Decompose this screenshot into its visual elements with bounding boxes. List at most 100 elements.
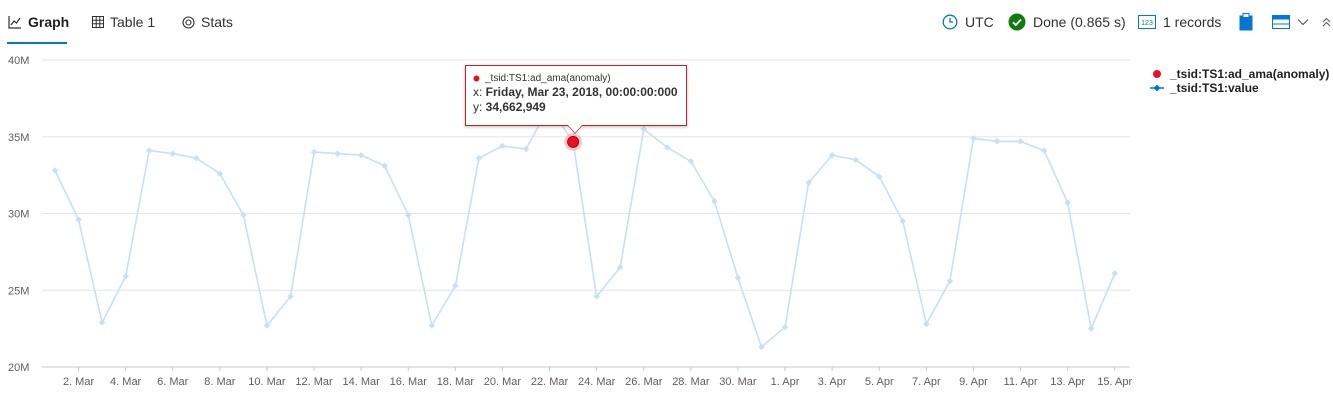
line-chart-icon: [8, 16, 21, 29]
legend-item-anomaly[interactable]: _tsid:TS1:ad_ama(anomaly): [1150, 67, 1329, 81]
clipboard-icon: [1239, 13, 1253, 31]
x-tick-label: 16. Mar: [390, 376, 428, 388]
anomaly-point[interactable]: [567, 135, 580, 148]
value-point[interactable]: [51, 167, 59, 174]
value-point[interactable]: [310, 148, 318, 156]
value-point[interactable]: [711, 198, 718, 205]
y-tick-label: 30M: [8, 209, 29, 221]
x-tick-label: 15. Apr: [1097, 376, 1132, 388]
value-point[interactable]: [452, 282, 459, 289]
table-icon: [92, 16, 104, 28]
x-tick-label: 28. Mar: [672, 376, 710, 388]
value-point[interactable]: [98, 319, 106, 326]
x-tick-label: 1. Apr: [771, 376, 800, 388]
x-tick-label: 9. Apr: [959, 376, 988, 388]
tab-stats-label: Stats: [201, 14, 233, 30]
x-tick-label: 12. Mar: [295, 376, 333, 388]
value-point[interactable]: [405, 211, 412, 219]
x-tick-label: 7. Apr: [912, 376, 941, 388]
value-point[interactable]: [970, 135, 977, 142]
value-point[interactable]: [923, 320, 930, 328]
x-tick-label: 20. Mar: [484, 376, 522, 388]
x-tick-label: 8. Mar: [204, 376, 236, 388]
value-point[interactable]: [734, 274, 742, 282]
value-point[interactable]: [357, 151, 365, 159]
x-tick-label: 30. Mar: [719, 376, 757, 388]
value-point[interactable]: [899, 217, 906, 225]
layout-toggle-button[interactable]: [1272, 12, 1309, 32]
value-point[interactable]: [1111, 270, 1118, 277]
x-tick-label: 3. Apr: [818, 376, 847, 388]
tab-stats[interactable]: Stats: [182, 12, 233, 32]
x-axis-tick-labels: 2. Mar 4. Mar 6. Mar 8. Mar 10. Mar 12. Mar 14…: [63, 367, 1133, 388]
toolbar: Graph Table 1 Stats UTC Done (0.865 s) 1…: [0, 0, 1333, 44]
tooltip-y-prefix: y:: [473, 100, 486, 114]
x-tick-label: 13. Apr: [1050, 376, 1085, 388]
numbers-icon: 123: [1138, 15, 1156, 29]
copy-button[interactable]: [1239, 12, 1253, 32]
value-point[interactable]: [993, 138, 1001, 145]
double-chevron-up-icon: [1322, 17, 1331, 27]
x-tick-label: 2. Mar: [63, 376, 95, 388]
value-point[interactable]: [1017, 138, 1024, 145]
tooltip-y-row: y: 34,662,949: [473, 100, 679, 115]
legend-value-label: _tsid:TS1:value: [1170, 81, 1259, 95]
tooltip-series-name: _tsid:TS1:ad_ama(anomaly): [485, 72, 611, 84]
timezone-indicator[interactable]: UTC: [942, 12, 994, 32]
timezone-label: UTC: [965, 14, 994, 30]
value-point[interactable]: [122, 273, 129, 280]
value-point[interactable]: [1064, 199, 1071, 206]
value-point[interactable]: [75, 216, 82, 223]
value-point[interactable]: [1088, 325, 1095, 332]
value-point[interactable]: [169, 150, 176, 157]
tooltip-x-prefix: x:: [473, 85, 486, 99]
tooltip-series-marker: [473, 75, 480, 81]
collapse-button[interactable]: [1322, 12, 1331, 32]
value-point[interactable]: [946, 277, 954, 285]
x-tick-label: 18. Mar: [437, 376, 475, 388]
query-status-label: Done (0.865 s): [1033, 14, 1126, 30]
tooltip-x-value: Friday, Mar 23, 2018, 00:00:00:000: [485, 85, 678, 99]
value-point[interactable]: [146, 147, 153, 154]
x-tick-label: 6. Mar: [157, 376, 189, 388]
tooltip-y-value: 34,662,949: [485, 100, 546, 114]
clock-icon: [942, 14, 958, 30]
series-layer: [51, 102, 1118, 351]
value-point[interactable]: [1040, 147, 1048, 154]
legend-anomaly-label: _tsid:TS1:ad_ama(anomaly): [1170, 67, 1330, 81]
series-line-value: [54, 104, 1116, 349]
value-point[interactable]: [475, 155, 483, 162]
x-tick-label: 5. Apr: [865, 376, 894, 388]
tooltip-x-row: x: Friday, Mar 23, 2018, 00:00:00:000: [473, 85, 679, 100]
legend-value-marker: [1150, 84, 1164, 92]
value-point[interactable]: [381, 162, 388, 170]
check-circle-icon: [1008, 13, 1026, 31]
records-count-label: 1 records: [1163, 14, 1222, 30]
value-point[interactable]: [499, 142, 506, 150]
query-status: Done (0.865 s): [1008, 12, 1126, 32]
x-tick-label: 4. Mar: [110, 376, 142, 388]
y-axis-tick-labels: 20M 25M 30M 35M 40M: [8, 55, 29, 374]
y-tick-label: 40M: [8, 55, 29, 67]
value-point[interactable]: [240, 211, 247, 219]
value-point[interactable]: [522, 145, 530, 153]
tab-table-1-label: Table 1: [110, 14, 156, 30]
tab-graph-label: Graph: [28, 14, 70, 30]
chart-legend: _tsid:TS1:ad_ama(anomaly) _tsid:TS1:valu…: [1150, 67, 1329, 95]
tab-table-1[interactable]: Table 1: [92, 12, 155, 32]
value-point[interactable]: [334, 150, 341, 157]
y-tick-label: 20M: [8, 362, 29, 374]
x-tick-label: 11. Apr: [1004, 376, 1038, 388]
tooltip-arrow-fill: [568, 125, 582, 133]
legend-anomaly-marker: [1153, 70, 1161, 78]
stats-icon: [182, 15, 195, 29]
x-tick-label: 10. Mar: [248, 376, 286, 388]
x-tick-label: 26. Mar: [625, 376, 663, 388]
numbers-icon-text: 123: [1141, 20, 1153, 27]
legend-item-value[interactable]: _tsid:TS1:value: [1150, 81, 1329, 95]
y-tick-label: 35M: [8, 132, 29, 144]
chevron-down-icon: [1297, 19, 1309, 26]
layout-icon: [1272, 15, 1290, 29]
tab-graph[interactable]: Graph: [8, 12, 69, 32]
data-point-tooltip: _tsid:TS1:ad_ama(anomaly) x: Friday, Mar…: [465, 65, 687, 126]
